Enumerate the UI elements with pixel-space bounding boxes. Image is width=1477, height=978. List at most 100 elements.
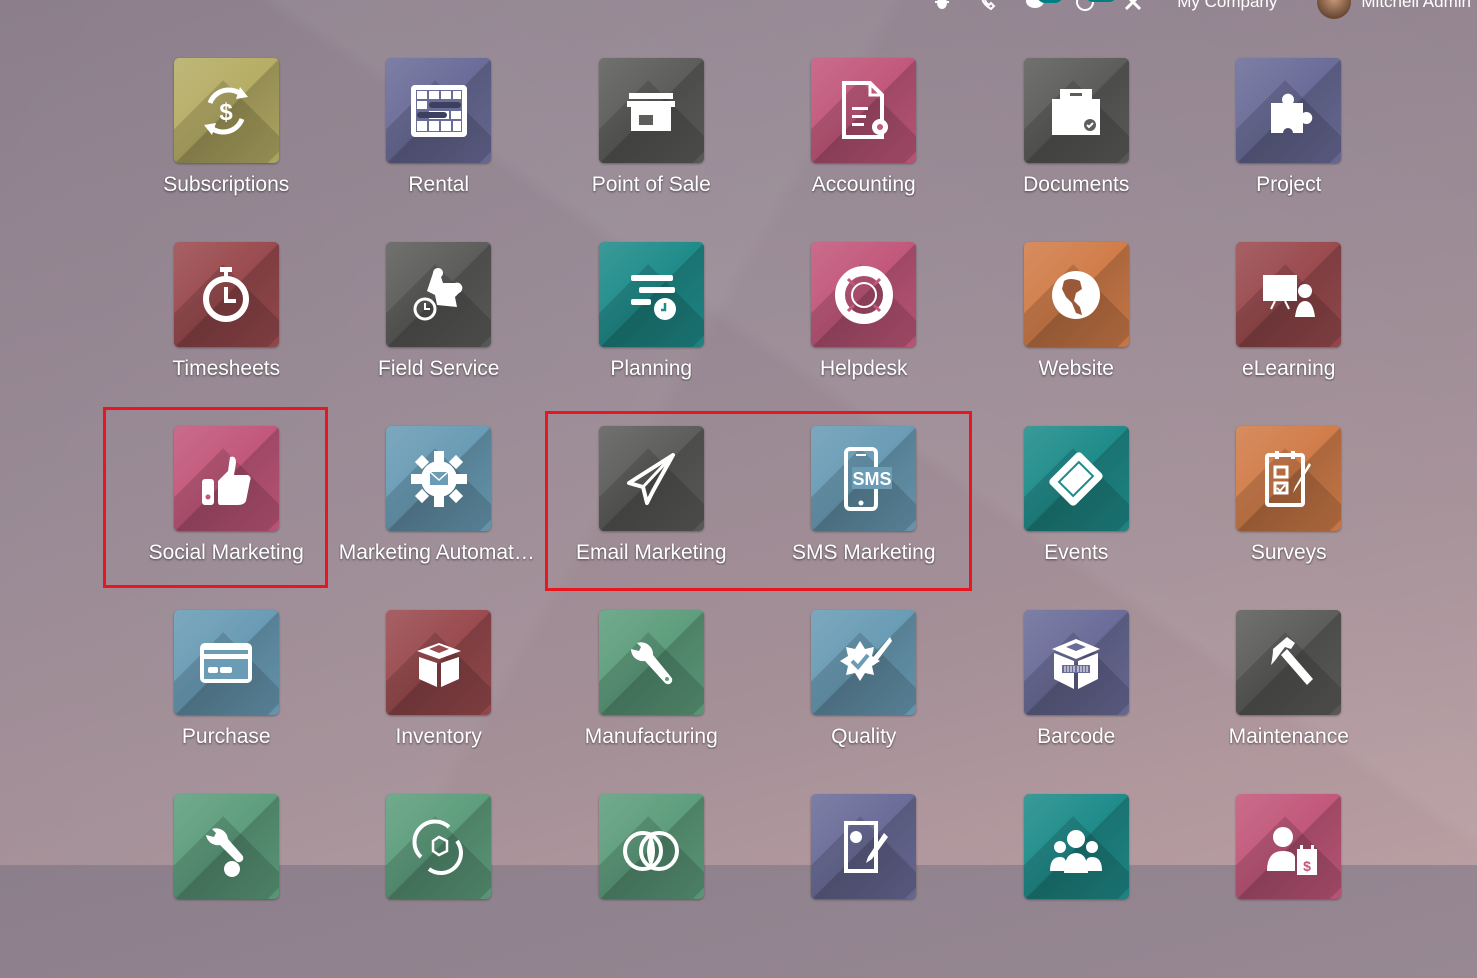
app-label: Maintenance: [1228, 725, 1349, 748]
app-social-marketing[interactable]: Social Marketing: [120, 426, 333, 610]
app-tile[interactable]: [386, 794, 492, 899]
app-label: Quality: [831, 725, 897, 748]
app-tile-25[interactable]: [333, 794, 546, 978]
wrench-icon: [631, 641, 673, 684]
app-label: Surveys: [1250, 541, 1327, 564]
app-tile[interactable]: [1236, 58, 1342, 163]
app-surveys[interactable]: Surveys: [1183, 426, 1396, 610]
app-timesheets[interactable]: Timesheets: [120, 242, 333, 426]
app-field-service[interactable]: Field Service: [333, 242, 546, 426]
app-accounting[interactable]: Accounting: [758, 58, 971, 242]
company-switcher[interactable]: My Company: [1177, 0, 1277, 12]
app-manufacturing[interactable]: Manufacturing: [545, 610, 758, 794]
app-purchase[interactable]: Purchase: [120, 610, 333, 794]
app-tile[interactable]: [598, 794, 704, 899]
app-tile[interactable]: [811, 794, 917, 899]
barcode-box-icon: [1052, 638, 1101, 689]
app-tile[interactable]: [173, 794, 279, 899]
app-barcode[interactable]: Barcode: [970, 610, 1183, 794]
app-tile-27[interactable]: [758, 794, 971, 978]
app-tile[interactable]: [811, 58, 917, 163]
repair-icon: [206, 827, 244, 877]
app-tile[interactable]: $: [173, 58, 279, 163]
navbar: My Company Mitchell Admin: [919, 0, 1477, 19]
app-tile[interactable]: [598, 610, 704, 715]
app-website[interactable]: Website: [970, 242, 1183, 426]
app-grid: $ Subscriptions Rental Point of Sale Account…: [120, 58, 1395, 978]
app-label: Helpdesk: [819, 357, 908, 380]
app-tile[interactable]: [1023, 426, 1129, 531]
app-tile[interactable]: $: [1236, 794, 1342, 899]
app-tile-29[interactable]: $: [1183, 794, 1396, 978]
app-quality[interactable]: Quality: [758, 610, 971, 794]
app-inventory[interactable]: Inventory: [333, 610, 546, 794]
app-tile[interactable]: [1236, 610, 1342, 715]
app-tile[interactable]: [1023, 794, 1129, 899]
field-service-icon: [413, 267, 463, 320]
app-helpdesk[interactable]: Helpdesk: [758, 242, 971, 426]
app-maintenance[interactable]: Maintenance: [1183, 610, 1396, 794]
app-tile-28[interactable]: [970, 794, 1183, 978]
app-email-marketing[interactable]: Email Marketing: [545, 426, 758, 610]
app-sms-marketing[interactable]: SMS SMS Marketing: [758, 426, 971, 610]
app-rental[interactable]: Rental: [333, 58, 546, 242]
app-tile[interactable]: [173, 426, 279, 531]
globe-icon: [1052, 270, 1101, 319]
app-documents[interactable]: Documents: [970, 58, 1183, 242]
chat-icon[interactable]: [1025, 0, 1064, 11]
app-label: Social Marketing: [148, 541, 304, 564]
tools-icon[interactable]: [1123, 0, 1143, 12]
documents-icon: [1052, 88, 1101, 135]
app-label: Events: [1044, 541, 1109, 564]
app-tile[interactable]: [386, 610, 492, 715]
app-label: Field Service: [378, 357, 500, 380]
app-tile[interactable]: [386, 58, 492, 163]
app-tile[interactable]: [598, 58, 704, 163]
app-tile-26[interactable]: [545, 794, 758, 978]
app-tile[interactable]: [386, 426, 492, 531]
app-marketing-automation[interactable]: Marketing Automation: [333, 426, 546, 610]
app-tile[interactable]: [1023, 58, 1129, 163]
app-tile[interactable]: SMS: [811, 426, 917, 531]
app-label: Manufacturing: [584, 725, 718, 748]
app-events[interactable]: Events: [970, 426, 1183, 610]
app-tile[interactable]: [1023, 242, 1129, 347]
puzzle-icon: [1270, 93, 1313, 133]
activity-clock-icon[interactable]: [1075, 0, 1118, 12]
app-point-of-sale[interactable]: Point of Sale: [545, 58, 758, 242]
app-tile[interactable]: [811, 610, 917, 715]
app-label: Planning: [610, 357, 693, 380]
app-tile[interactable]: [598, 242, 704, 347]
survey-icon: [1264, 450, 1311, 507]
user-avatar[interactable]: [1317, 0, 1352, 19]
app-label: Rental: [408, 173, 470, 196]
app-tile-24[interactable]: [120, 794, 333, 978]
store-icon: [627, 92, 676, 131]
app-tile[interactable]: [386, 242, 492, 347]
activity-counter-badge: [1085, 0, 1118, 2]
app-label: Purchase: [181, 725, 271, 748]
app-label: Barcode: [1037, 725, 1116, 748]
app-project[interactable]: Project: [1183, 58, 1396, 242]
app-label: Inventory: [395, 725, 482, 748]
app-subscriptions[interactable]: $ Subscriptions: [120, 58, 333, 242]
app-tile[interactable]: [173, 242, 279, 347]
recycle-box-icon: [412, 819, 463, 875]
app-tile[interactable]: [1236, 426, 1342, 531]
app-label: Documents: [1023, 173, 1130, 196]
subscriptions-icon: $: [204, 86, 249, 135]
app-elearning[interactable]: eLearning: [1183, 242, 1396, 426]
phone-icon[interactable]: [979, 0, 997, 11]
app-tile[interactable]: [811, 242, 917, 347]
box-icon: [416, 642, 461, 687]
paper-plane-icon: [627, 452, 676, 505]
app-tile[interactable]: [173, 610, 279, 715]
user-menu[interactable]: Mitchell Admin: [1361, 0, 1471, 12]
bug-icon[interactable]: [933, 0, 951, 11]
app-tile[interactable]: [1236, 242, 1342, 347]
gear-mail-icon: [410, 450, 467, 507]
app-tile[interactable]: [1023, 610, 1129, 715]
ticket-icon: [1049, 451, 1103, 506]
app-planning[interactable]: Planning: [545, 242, 758, 426]
app-tile[interactable]: [598, 426, 704, 531]
